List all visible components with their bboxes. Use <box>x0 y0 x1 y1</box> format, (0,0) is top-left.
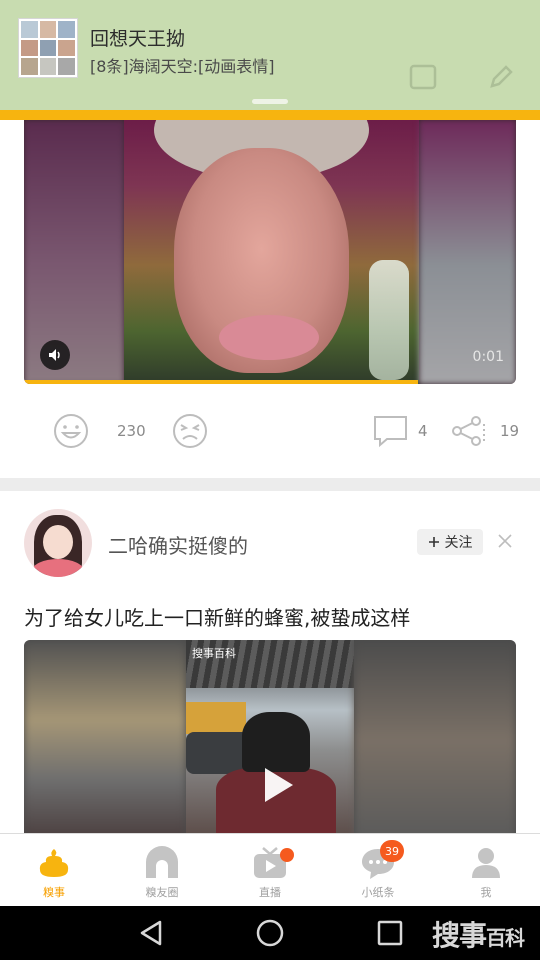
video-blur-right <box>419 120 516 384</box>
video-blur-left <box>24 120 124 384</box>
group-avatar <box>18 18 78 78</box>
chat-icon-wrap: 39 <box>360 840 404 880</box>
close-icon[interactable] <box>495 531 515 551</box>
like-count: 230 <box>117 422 146 440</box>
tab-label: 糗事 <box>43 886 65 899</box>
video-player[interactable]: 搜事百科 <box>24 640 516 833</box>
post-card: 二哈确实挺傻的 关注 为了给女儿吃上一口新鲜的蜂蜜,被蛰成这样 搜事百科 <box>0 491 540 833</box>
avatar-shirt-shape <box>32 559 84 577</box>
tab-me[interactable]: 我 <box>432 834 540 907</box>
notification-banner[interactable]: 回想天王拗 [8条]海阔天空:[动画表情] <box>0 0 540 110</box>
video-frame <box>124 120 419 384</box>
watermark: 搜事百科 <box>432 914 525 954</box>
tab-qiushi[interactable]: 糗事 <box>0 834 108 907</box>
volume-icon <box>49 349 60 361</box>
watermark-small: 百科 <box>486 926 525 950</box>
system-nav-bar: 搜事百科 <box>0 906 540 960</box>
post-actions: 230 4 19 <box>0 410 540 454</box>
video-logo: 搜事百科 <box>192 647 236 660</box>
post-card: 0:01 230 4 19 <box>0 120 540 478</box>
tab-label: 直播 <box>259 886 281 899</box>
unhappy-icon[interactable] <box>171 412 209 450</box>
share-count: 19 <box>500 422 520 440</box>
tab-messages[interactable]: 39 小纸条 <box>324 834 432 907</box>
comment-count: 4 <box>418 422 428 440</box>
smile-icon[interactable] <box>52 412 90 450</box>
video-blur-right <box>354 640 516 833</box>
plus-icon <box>428 537 439 547</box>
notification-handle[interactable] <box>252 99 288 104</box>
play-icon[interactable] <box>253 762 299 808</box>
recents-icon[interactable] <box>375 918 405 948</box>
header-accent-line <box>0 110 540 120</box>
tab-label: 小纸条 <box>361 886 395 899</box>
volume-button[interactable] <box>40 340 70 370</box>
share-icon[interactable] <box>448 412 486 450</box>
video-blur-left <box>24 640 186 833</box>
video-progress-bar[interactable] <box>24 380 418 384</box>
notification-message: [8条]海阔天空:[动画表情] <box>90 57 275 76</box>
bottom-tab-bar: 糗事 糗友圈 直播 39 小纸条 我 <box>0 833 540 906</box>
circle-icon <box>146 846 178 878</box>
back-icon[interactable] <box>136 918 166 948</box>
user-avatar[interactable] <box>24 509 92 577</box>
follow-label: 关注 <box>444 535 473 551</box>
notification-title: 回想天王拗 <box>90 28 186 50</box>
poop-icon <box>39 849 69 877</box>
video-time: 0:01 <box>472 349 504 365</box>
reply-icon[interactable] <box>408 62 438 92</box>
live-badge-dot <box>280 848 294 862</box>
tab-live[interactable]: 直播 <box>216 834 324 907</box>
app-screen: 回想天王拗 [8条]海阔天空:[动画表情] 0:01 230 4 19 二哈确实… <box>0 0 540 960</box>
tab-qiuyouquan[interactable]: 糗友圈 <box>108 834 216 907</box>
tab-label: 我 <box>480 886 492 899</box>
profile-icon <box>472 848 500 878</box>
edit-icon[interactable] <box>486 62 516 92</box>
tab-label: 糗友圈 <box>145 886 179 899</box>
message-badge: 39 <box>380 840 404 862</box>
video-player[interactable]: 0:01 <box>24 120 516 384</box>
watermark-text: 搜事 <box>432 919 487 952</box>
username[interactable]: 二哈确实挺傻的 <box>108 530 248 559</box>
follow-button[interactable]: 关注 <box>417 529 483 555</box>
bus-shape <box>186 702 246 734</box>
home-icon[interactable] <box>255 918 285 948</box>
avatar-face-shape <box>43 525 73 559</box>
comment-icon[interactable] <box>372 412 410 450</box>
swollen-lips-shape <box>219 315 319 360</box>
bottle-shape <box>369 260 409 380</box>
post-title[interactable]: 为了给女儿吃上一口新鲜的蜂蜜,被蛰成这样 <box>24 602 410 631</box>
tv-icon-wrap <box>252 846 294 880</box>
